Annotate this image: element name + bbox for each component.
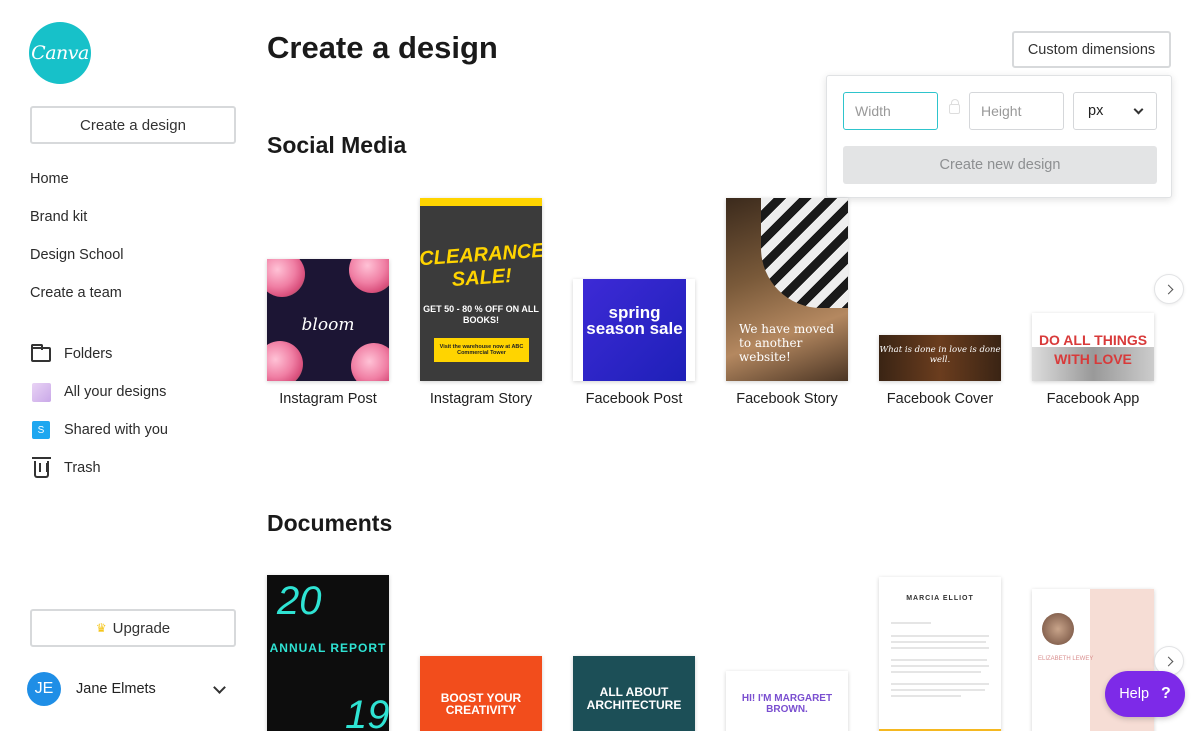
folder-icon: [30, 343, 52, 364]
create-design-button[interactable]: Create a design: [30, 106, 236, 144]
next-arrow-icon[interactable]: [1154, 274, 1184, 304]
sidebar: Canva Create a design Home Brand kit Des…: [0, 0, 250, 731]
art-text: BOOST YOUR CREATIVITY: [440, 691, 522, 717]
section-title-documents: Documents: [267, 510, 393, 536]
art-text: DO ALL THINGS WITH LOVE: [1038, 332, 1148, 367]
label-facebook-cover[interactable]: Facebook Cover: [865, 391, 1015, 407]
art-text: What is done in love is done well.: [879, 345, 1001, 365]
template-architecture[interactable]: ALL ABOUT ARCHITECTURE: [573, 656, 695, 731]
width-input[interactable]: Width: [843, 92, 938, 130]
nav-folders[interactable]: Folders: [30, 343, 113, 364]
label-instagram-post[interactable]: Instagram Post: [253, 391, 403, 407]
template-boost-creativity[interactable]: BOOST YOUR CREATIVITY: [420, 656, 542, 731]
nav-shared[interactable]: S Shared with you: [30, 420, 168, 440]
user-menu[interactable]: JE Jane Elmets: [27, 672, 232, 706]
template-letterhead[interactable]: MARCIA ELLIOT: [879, 577, 1001, 731]
template-instagram-post[interactable]: bloom: [267, 259, 389, 381]
art-text: ALL ABOUT ARCHITECTURE: [586, 685, 682, 712]
nav-trash[interactable]: Trash: [30, 457, 101, 478]
art-text: Visit the warehouse now at ABC Commercia…: [434, 338, 529, 362]
art-text: spring season sale: [586, 303, 683, 338]
upgrade-label: Upgrade: [112, 619, 171, 637]
unit-value: px: [1088, 103, 1104, 119]
crown-icon: ♛: [95, 621, 107, 635]
nav-shared-label: Shared with you: [64, 422, 168, 438]
nav-folders-label: Folders: [64, 346, 113, 362]
template-facebook-app[interactable]: DO ALL THINGS WITH LOVE: [1032, 313, 1154, 381]
chevron-down-icon: [213, 680, 226, 694]
template-annual-report[interactable]: 20 ANNUAL REPORT 19: [267, 575, 389, 731]
label-facebook-app[interactable]: Facebook App: [1018, 391, 1168, 407]
template-instagram-story[interactable]: CLEARANCE SALE! GET 50 - 80 % OFF ON ALL…: [420, 198, 542, 381]
nav-brand-kit[interactable]: Brand kit: [30, 209, 87, 225]
user-name: Jane Elmets: [76, 681, 156, 697]
art-text: 20: [277, 579, 322, 623]
create-new-design-button[interactable]: Create new design: [843, 146, 1157, 184]
art-text: GET 50 - 80 % OFF ON ALL BOOKS!: [423, 304, 539, 325]
unit-select[interactable]: px: [1073, 92, 1157, 130]
nav-all-designs[interactable]: All your designs: [30, 382, 166, 402]
custom-dimensions-popover: Width Height px Create new design: [826, 75, 1172, 198]
shared-icon: S: [30, 420, 52, 440]
label-facebook-story[interactable]: Facebook Story: [712, 391, 862, 407]
canva-logo[interactable]: Canva: [29, 22, 91, 84]
section-title-social: Social Media: [267, 132, 407, 158]
template-facebook-story[interactable]: We have moved to another website!: [726, 198, 848, 381]
help-label: Help: [1119, 686, 1150, 702]
art-text: MARCIA ELLIOT: [906, 595, 974, 602]
art-text: HI! I'M MARGARET BROWN.: [741, 693, 833, 715]
designs-thumb-icon: [30, 382, 52, 402]
art-text: CLEARANCE SALE!: [420, 239, 542, 292]
template-facebook-post[interactable]: spring season sale: [573, 279, 695, 381]
custom-dimensions-button[interactable]: Custom dimensions: [1012, 31, 1171, 68]
art-text: We have moved to another website!: [739, 322, 835, 364]
art-text: bloom: [301, 315, 355, 335]
nav-design-school[interactable]: Design School: [30, 247, 124, 263]
question-icon: ?: [1161, 685, 1171, 702]
upgrade-button[interactable]: ♛ Upgrade: [30, 609, 236, 647]
art-text: ANNUAL REPORT: [269, 641, 387, 655]
nav-trash-label: Trash: [64, 460, 101, 476]
nav-create-team[interactable]: Create a team: [30, 285, 122, 301]
page-title: Create a design: [267, 30, 498, 65]
template-margaret-brown[interactable]: HI! I'M MARGARET BROWN.: [726, 671, 848, 731]
lock-icon[interactable]: [949, 99, 960, 114]
help-button[interactable]: Help ?: [1105, 671, 1185, 717]
trash-icon: [30, 457, 52, 478]
art-text: ELIZABETH LEWEY: [1038, 656, 1094, 662]
art-text: 19: [345, 693, 389, 731]
label-instagram-story[interactable]: Instagram Story: [406, 391, 556, 407]
chevron-down-icon: [1133, 104, 1144, 115]
label-facebook-post[interactable]: Facebook Post: [559, 391, 709, 407]
avatar: JE: [27, 672, 61, 706]
height-input[interactable]: Height: [969, 92, 1064, 130]
template-facebook-cover[interactable]: What is done in love is done well.: [879, 335, 1001, 381]
nav-all-designs-label: All your designs: [64, 384, 167, 400]
nav-home[interactable]: Home: [30, 171, 69, 187]
